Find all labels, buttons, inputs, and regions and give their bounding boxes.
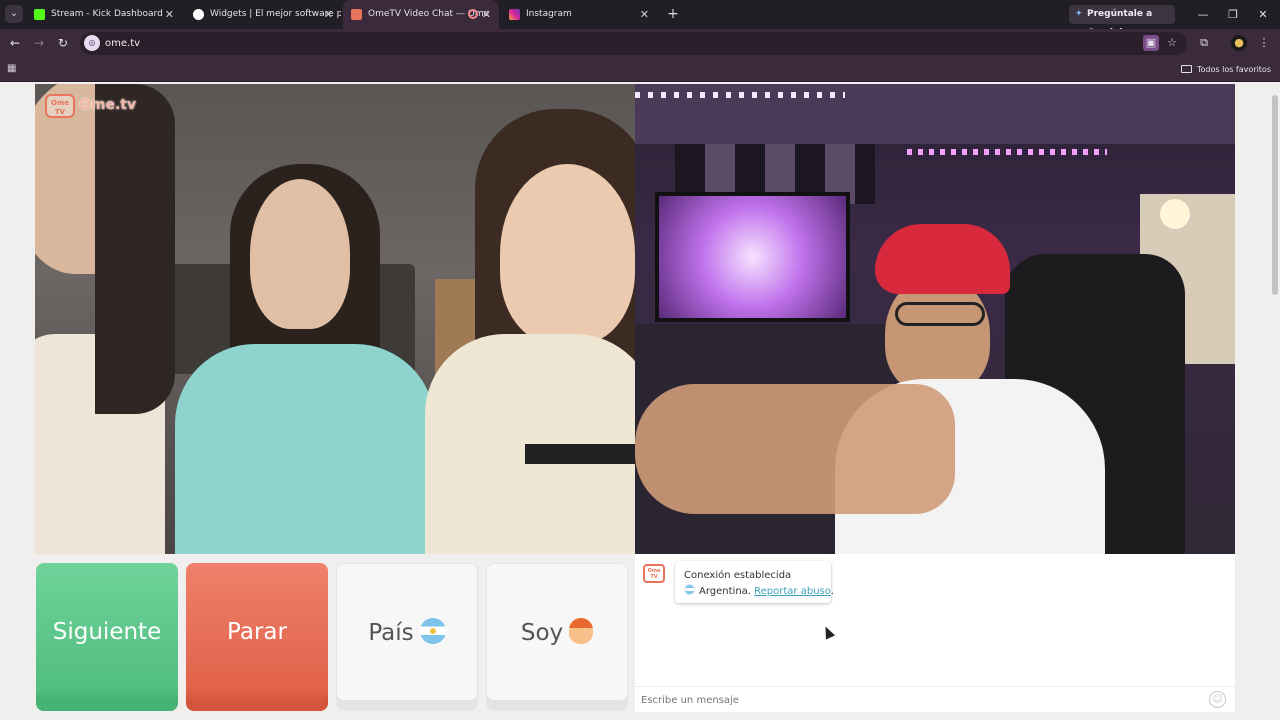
sweater-stripe [525,444,635,464]
kick-icon [34,9,45,20]
tab-instagram[interactable]: Instagram ✕ [501,0,657,29]
forward-arrow-icon[interactable]: → [30,34,48,52]
close-tab-icon[interactable]: ✕ [165,0,174,29]
gemini-button[interactable]: ✦ Pregúntale a Gemini [1069,5,1175,38]
glasses [895,302,985,326]
close-tab-icon[interactable]: ✕ [324,0,333,29]
tab-kick-dashboard[interactable]: Stream - Kick Dashboard ✕ [26,0,182,29]
gender-selector-button[interactable]: Soy [486,563,628,711]
close-tab-icon[interactable]: ✕ [640,0,649,29]
menu-kebab-icon[interactable]: ⋮ [1256,35,1272,51]
page-scrollbar[interactable] [1270,83,1280,720]
tab-title: Stream - Kick Dashboard [51,9,163,19]
country-button-label: País [368,620,414,646]
recording-indicator-icon [468,9,478,19]
ometv-chat-avatar-icon: Ome TV [643,564,665,583]
back-arrow-icon[interactable]: ← [6,34,24,52]
all-bookmarks-label: Todos los favoritos [1197,65,1271,74]
instagram-icon [509,9,520,20]
tab-search-chevron-icon[interactable]: ⌄ [5,5,23,23]
widgets-icon [193,9,204,20]
next-button-label: Siguiente [52,619,162,645]
folder-icon [1181,65,1192,73]
close-window-icon[interactable]: ✕ [1248,0,1278,29]
person-left-hair [95,84,175,414]
next-button[interactable]: Siguiente [36,563,178,711]
led-strip-top [635,92,845,98]
minimize-icon[interactable]: — [1188,0,1218,29]
url-text[interactable]: ome.tv [105,32,140,55]
argentina-flag-icon [684,584,695,595]
extensions-puzzle-icon[interactable]: ⧉ [1196,35,1212,51]
message-composer: ☺ [635,686,1235,712]
emoji-smiley-icon[interactable]: ☺ [1209,691,1226,708]
bookmarks-bar: ▦ Todos los favoritos [0,58,1280,82]
person-middle-sweater [175,344,435,554]
gemini-sparkle-icon: ✦ [1075,9,1083,19]
stranger-video: Ome TV Ome.tv [35,84,635,554]
omnibox[interactable]: ◎ ome.tv ▣ ☆ [80,32,1187,55]
connection-status-text: Conexión establecida [684,570,792,581]
soy-button-label: Soy [520,620,564,646]
argentina-flag-icon [419,618,446,644]
profile-avatar[interactable]: ● [1231,35,1247,51]
led-strip-right [907,149,1107,155]
tab-title: Widgets | El mejor software par [210,9,341,19]
ometv-brand-text: Ome.tv [79,97,137,113]
report-suffix: . [830,586,834,597]
stop-button[interactable]: Parar [186,563,328,711]
system-message-bubble: Conexión establecida Argentina. Reportar… [675,561,834,603]
browser-tab-bar: ⌄ Stream - Kick Dashboard ✕ Widgets | El… [0,0,1280,38]
tab-title: Instagram [526,9,572,19]
country-name: Argentina. [699,586,751,597]
person-right-face [500,164,635,344]
lamp-light [1160,199,1190,229]
stop-button-label: Parar [227,619,287,645]
chat-panel: Ome TV Conexión establecida Argentina. R… [635,554,1235,712]
close-tab-icon[interactable]: ✕ [482,0,491,29]
ometv-icon [351,9,362,20]
tv-screen [655,192,850,322]
reload-icon[interactable]: ↻ [54,34,72,52]
country-selector-button[interactable]: País [336,563,478,711]
address-toolbar: ← → ↻ ◎ ome.tv ▣ ☆ ⧉ ● ⋮ [0,29,1280,58]
mouse-cursor-icon [820,624,836,640]
site-info-icon[interactable]: ◎ [84,35,100,51]
all-bookmarks-button[interactable]: Todos los favoritos [1181,58,1271,82]
tab-widgets[interactable]: Widgets | El mejor software par ✕ [185,0,341,29]
ometv-tv-icon: Ome TV [45,94,75,118]
apps-grid-icon[interactable]: ▦ [7,63,19,75]
bookmark-star-icon[interactable]: ☆ [1164,35,1180,51]
report-abuse-link[interactable]: Reportar abuso [754,586,831,597]
streamer-hand [635,384,955,514]
person-middle-face [250,179,350,329]
boy-emoji-icon [569,618,594,644]
message-input[interactable] [641,691,1201,709]
restore-icon[interactable]: ❐ [1218,0,1248,29]
new-tab-plus-icon[interactable]: + [664,5,682,23]
screen-share-icon[interactable]: ▣ [1143,35,1159,51]
scrollbar-thumb[interactable] [1272,95,1278,295]
red-cap [875,224,1010,294]
self-video [635,84,1235,554]
tab-ometv[interactable]: OmeTV Video Chat — Ome ✕ [343,0,499,29]
country-line: Argentina. Reportar abuso. [684,584,834,600]
